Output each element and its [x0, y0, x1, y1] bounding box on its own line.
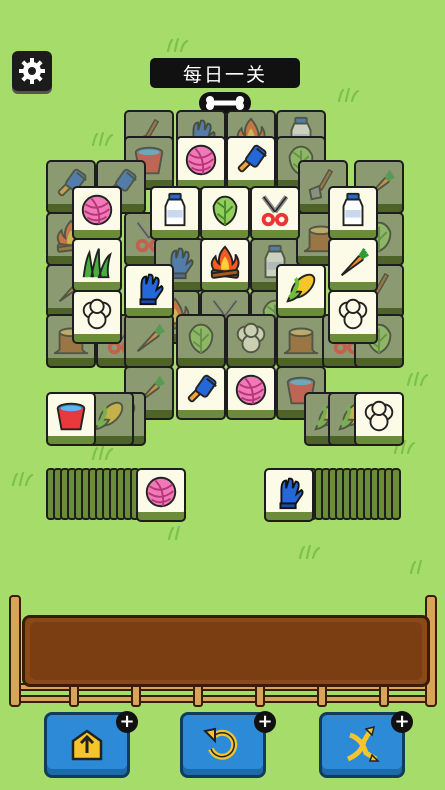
move-out-plus[interactable]: +	[116, 711, 138, 733]
tile-milk[interactable]	[150, 186, 200, 240]
tile-cauliflower[interactable]	[328, 290, 378, 344]
move-out-icon	[71, 729, 103, 761]
tile-shears[interactable]	[250, 186, 300, 240]
right-tile-pile	[300, 468, 404, 524]
tile-cauliflower[interactable]	[354, 392, 404, 446]
tile-carrot	[124, 314, 174, 368]
tile-stump	[276, 314, 326, 368]
tile-carrot[interactable]	[328, 238, 378, 292]
grass-tuft-icon	[166, 38, 189, 52]
tile-bucket[interactable]	[46, 392, 96, 446]
tile-brush[interactable]	[226, 136, 276, 190]
grass-tuft-icon	[298, 545, 321, 559]
tile-glove[interactable]	[264, 468, 314, 522]
tile-milk[interactable]	[328, 186, 378, 240]
grass-tuft-icon	[91, 446, 114, 460]
tile-cauliflower[interactable]	[72, 290, 122, 344]
tile-tray-slots	[30, 622, 422, 680]
level-title: 每日一关	[150, 58, 300, 88]
tile-glove[interactable]	[124, 264, 174, 318]
level-title-text: 每日一关	[182, 63, 267, 86]
tile-cabbage[interactable]	[200, 186, 250, 240]
tile-yarn[interactable]	[176, 136, 226, 190]
grass-tuft-icon	[91, 132, 114, 146]
tile-brush[interactable]	[176, 366, 226, 420]
grass-tuft-icon	[337, 88, 360, 102]
undo-icon	[202, 727, 238, 760]
tile-cabbage	[176, 314, 226, 368]
grass-tuft-icon	[409, 560, 423, 574]
undo-plus[interactable]: +	[254, 711, 276, 733]
grass-tuft-icon	[11, 472, 34, 486]
settings-button[interactable]	[12, 51, 52, 91]
grass-tuft-icon	[406, 372, 429, 386]
tile-corn[interactable]	[276, 264, 326, 318]
tile-cauliflower	[226, 314, 276, 368]
shuffle-plus[interactable]: +	[391, 711, 413, 733]
tile-fire[interactable]	[200, 238, 250, 292]
tile-yarn[interactable]	[136, 468, 186, 522]
tile-grass[interactable]	[72, 238, 122, 292]
grass-tuft-icon	[167, 526, 181, 540]
tile-yarn[interactable]	[226, 366, 276, 420]
tile-yarn[interactable]	[72, 186, 122, 240]
shuffle-icon	[346, 725, 380, 762]
gear-icon	[19, 58, 45, 84]
